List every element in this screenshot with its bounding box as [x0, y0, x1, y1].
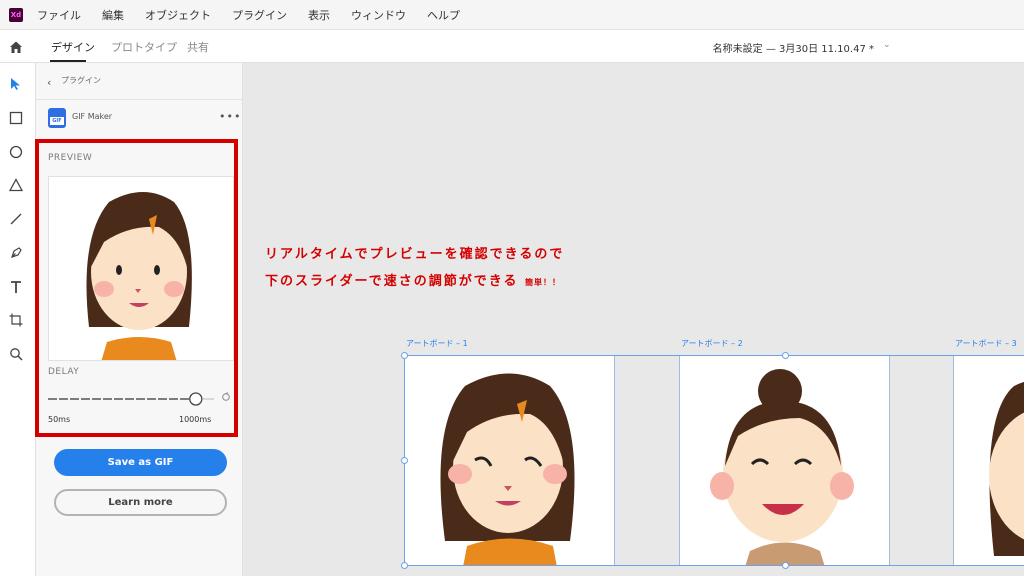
- rectangle-icon[interactable]: [7, 109, 25, 127]
- slider-min-label: 50ms: [48, 415, 71, 424]
- slider-max-label: 1000ms: [179, 415, 212, 424]
- xd-app-window: Xd ファイル 編集 オブジェクト プラグイン 表示 ウィンドウ ヘルプ デザイ…: [0, 0, 1024, 576]
- select-arrow-icon[interactable]: [7, 75, 25, 93]
- menu-object[interactable]: オブジェクト: [145, 7, 211, 23]
- resize-handle[interactable]: [401, 457, 408, 464]
- annotation-line-2: 下のスライダーで速さの調節ができる 簡単！！: [265, 274, 561, 289]
- slider-thumb[interactable]: [189, 392, 203, 406]
- reset-icon[interactable]: [222, 393, 230, 401]
- zoom-icon[interactable]: [7, 345, 25, 363]
- resize-handle[interactable]: [782, 562, 789, 569]
- gif-maker-icon: GIF: [48, 108, 66, 128]
- delay-slider[interactable]: [48, 391, 234, 407]
- selection-bounds: [404, 355, 1024, 566]
- menu-help[interactable]: ヘルプ: [427, 7, 460, 23]
- document-title[interactable]: 名称未設定 — 3月30日 11.10.47 *: [713, 40, 874, 55]
- design-canvas[interactable]: リアルタイムでプレビューを確認できるので 下のスライダーで速さの調節ができる 簡…: [243, 63, 1024, 576]
- chevron-down-icon[interactable]: ⌄: [883, 40, 891, 50]
- preview-girl-illustration: [86, 192, 192, 360]
- save-as-gif-button[interactable]: Save as GIF: [54, 449, 227, 476]
- tab-prototype[interactable]: プロトタイプ: [111, 39, 177, 55]
- artboard-label-3[interactable]: アートボード – 3: [955, 338, 1017, 349]
- active-tab-indicator: [50, 60, 86, 62]
- tool-rail: [0, 63, 36, 576]
- xd-logo-icon: Xd: [9, 7, 23, 22]
- polygon-icon[interactable]: [7, 176, 25, 194]
- annotation-small: 簡単！！: [524, 278, 561, 287]
- mode-tab-bar: デザイン プロトタイプ 共有 名称未設定 — 3月30日 11.10.47 * …: [0, 30, 1024, 63]
- text-icon[interactable]: [7, 278, 25, 296]
- menu-view[interactable]: 表示: [308, 7, 330, 23]
- resize-handle[interactable]: [782, 352, 789, 359]
- plugins-breadcrumb[interactable]: プラグイン: [61, 75, 101, 86]
- menu-plugins[interactable]: プラグイン: [232, 7, 287, 23]
- resize-handle[interactable]: [401, 562, 408, 569]
- artboard-icon[interactable]: [7, 311, 25, 329]
- gif-preview: [48, 176, 234, 361]
- plugin-name: GIF Maker: [72, 112, 113, 121]
- menu-edit[interactable]: 編集: [102, 7, 124, 23]
- preview-label: PREVIEW: [48, 153, 93, 163]
- tab-design[interactable]: デザイン: [51, 39, 95, 55]
- back-arrow-icon[interactable]: ‹: [47, 76, 51, 89]
- divider: [36, 99, 243, 100]
- artboard-label-2[interactable]: アートボード – 2: [681, 338, 743, 349]
- ellipse-icon[interactable]: [7, 143, 25, 161]
- tab-share[interactable]: 共有: [187, 39, 209, 55]
- menu-window[interactable]: ウィンドウ: [351, 7, 406, 23]
- pen-icon[interactable]: [7, 244, 25, 262]
- line-icon[interactable]: [7, 210, 25, 228]
- resize-handle[interactable]: [401, 352, 408, 359]
- menu-bar: Xd ファイル 編集 オブジェクト プラグイン 表示 ウィンドウ ヘルプ: [0, 0, 1024, 30]
- more-options-icon[interactable]: •••: [219, 110, 241, 123]
- artboard-label-1[interactable]: アートボード – 1: [406, 338, 468, 349]
- plugin-panel: ‹ プラグイン GIF GIF Maker ••• PREVIEW DELAY: [35, 63, 243, 576]
- delay-label: DELAY: [48, 367, 80, 377]
- annotation-line-1: リアルタイムでプレビューを確認できるので: [265, 247, 565, 262]
- learn-more-button[interactable]: Learn more: [54, 489, 227, 516]
- home-icon[interactable]: [8, 39, 24, 55]
- menu-file[interactable]: ファイル: [37, 7, 81, 23]
